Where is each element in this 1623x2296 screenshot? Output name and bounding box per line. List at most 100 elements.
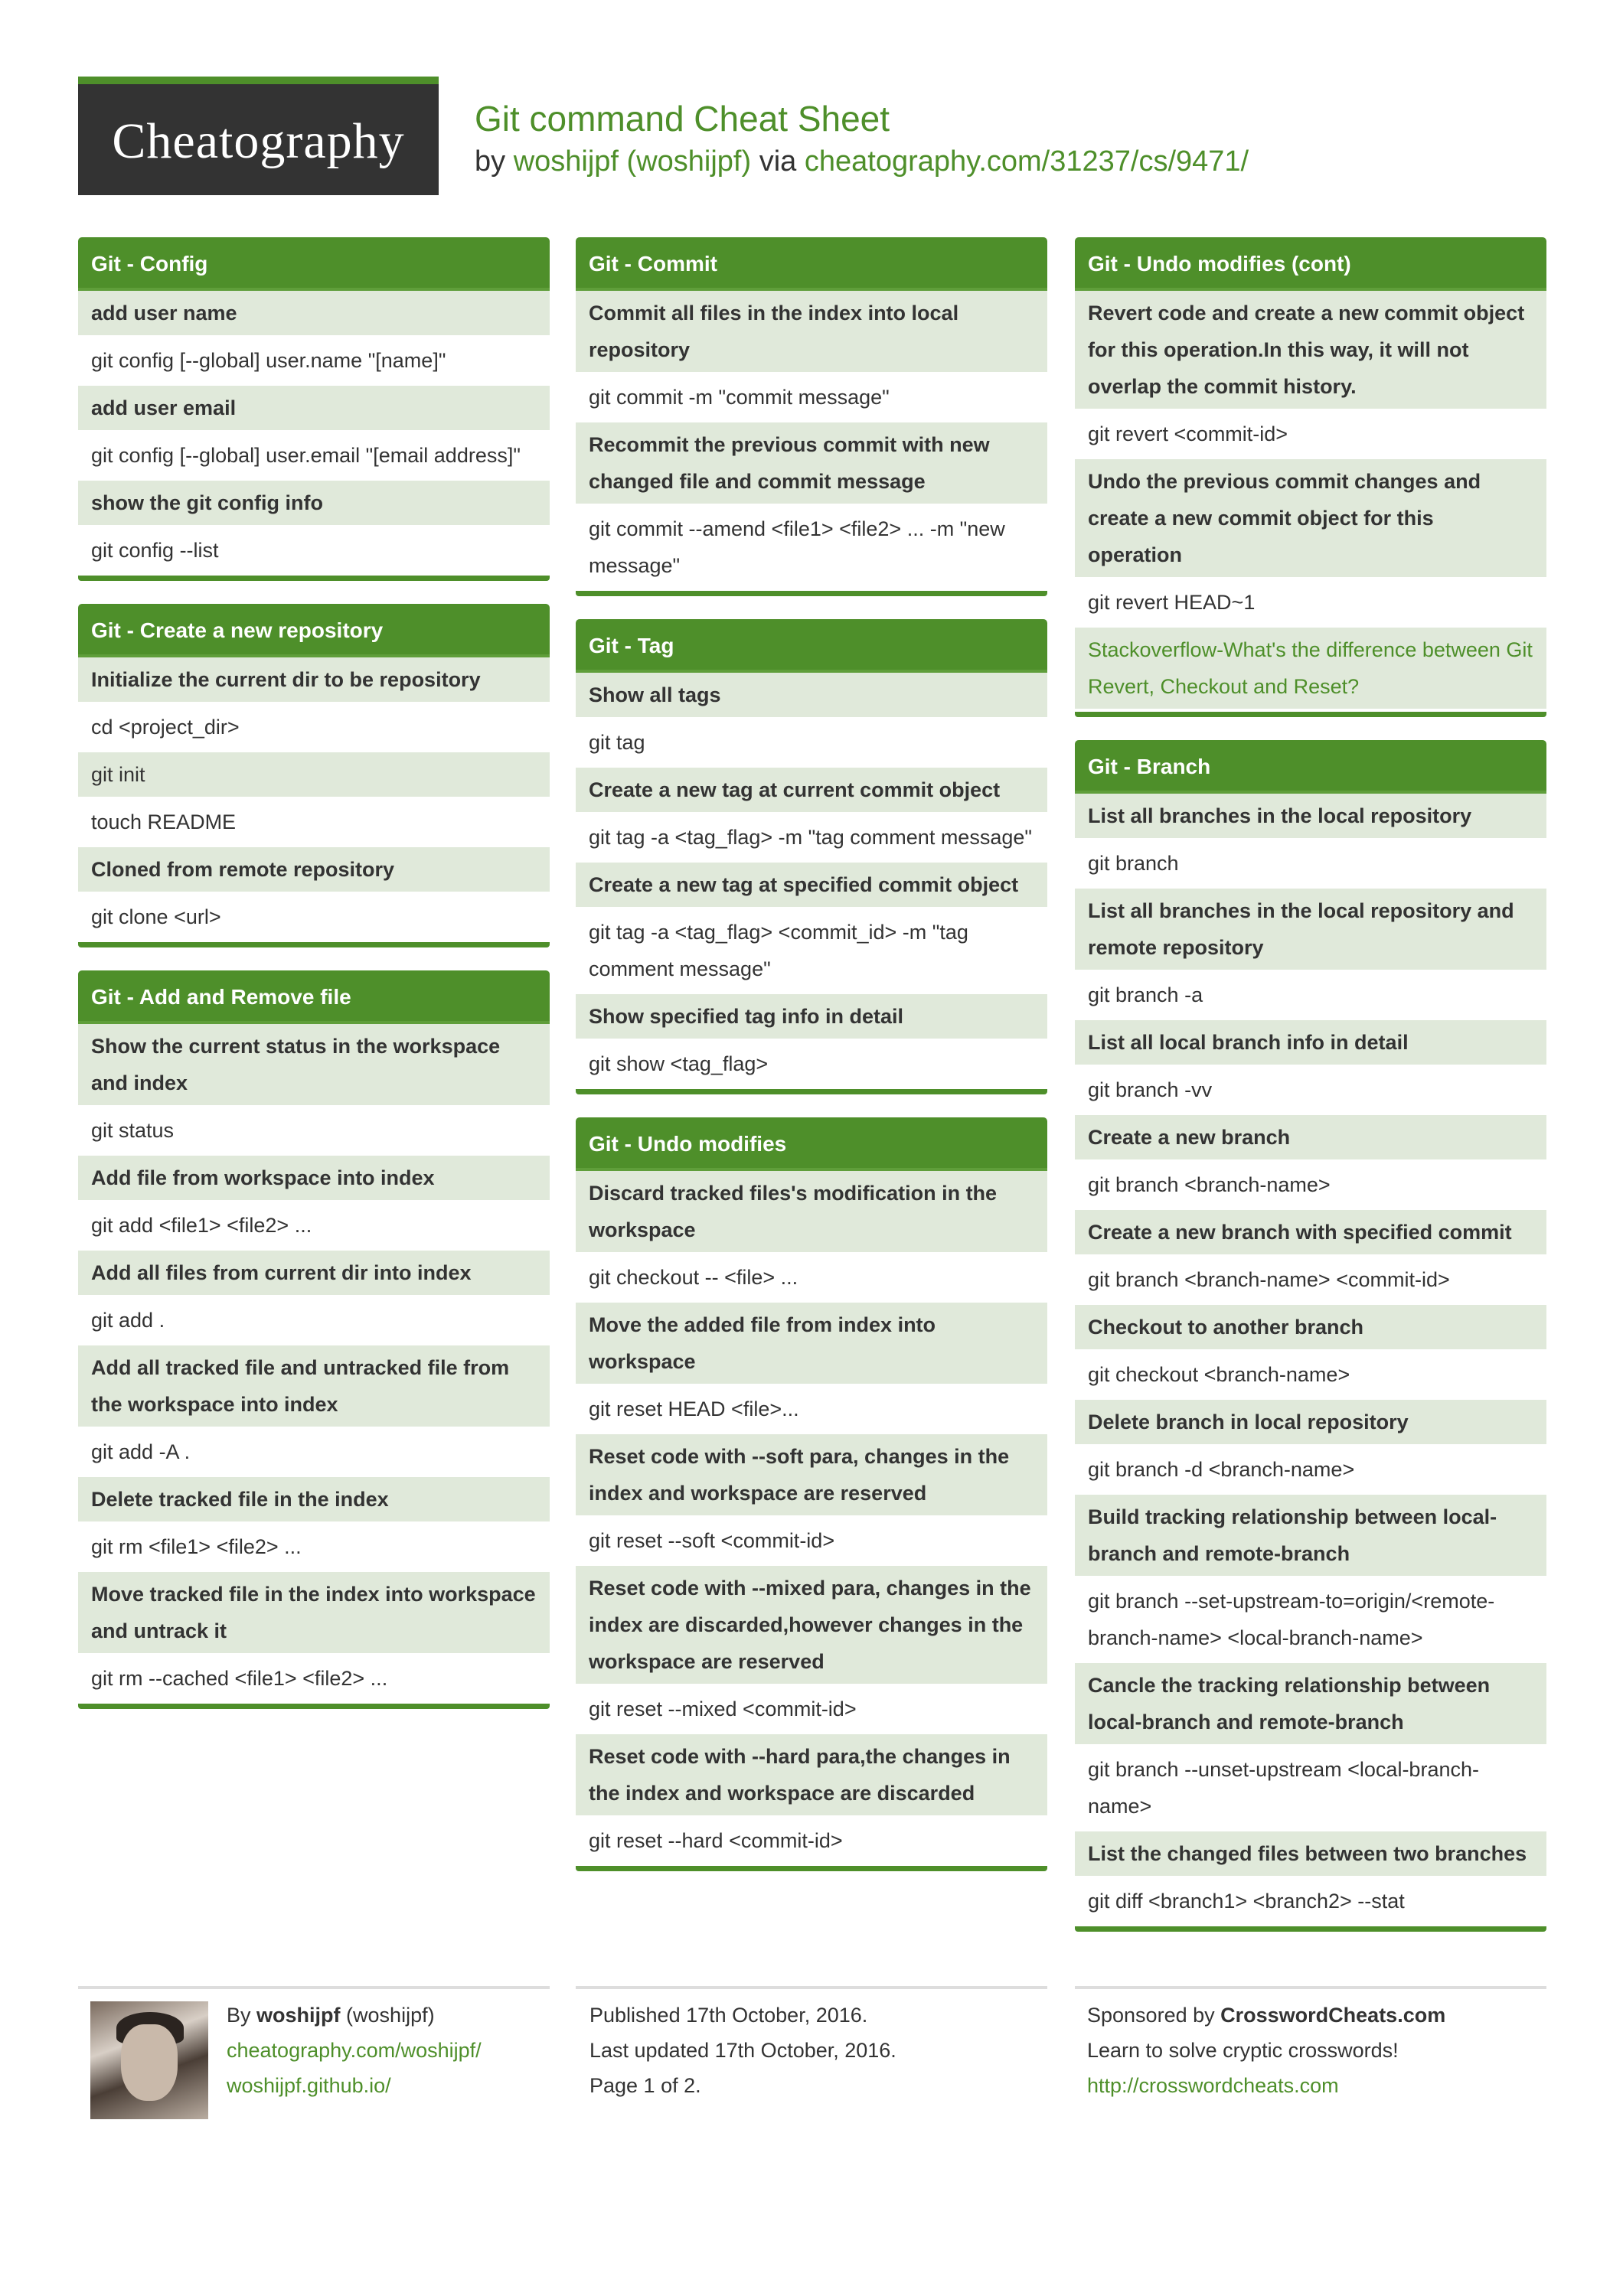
command-row: git rm <file1> <file2> ...	[78, 1525, 550, 1572]
description-row: show the git config info	[78, 481, 550, 528]
description-row: Commit all files in the index into local…	[576, 291, 1047, 375]
footer-dates: Published 17th October, 2016. Last updat…	[589, 1998, 896, 2103]
footer-sponsor: Sponsored by CrosswordCheats.com Learn t…	[1087, 1998, 1445, 2103]
footer-divider	[576, 1986, 1047, 1989]
description-row: Add all files from current dir into inde…	[78, 1251, 550, 1298]
description-row: Build tracking relationship between loca…	[1075, 1495, 1546, 1579]
description-row: Reset code with --hard para,the changes …	[576, 1734, 1047, 1818]
command-row: git reset --hard <commit-id>	[576, 1818, 1047, 1866]
section-title: Git - Tag	[576, 619, 1047, 673]
command-row: git rm --cached <file1> <file2> ...	[78, 1656, 550, 1704]
command-row: git branch <branch-name> <commit-id>	[1075, 1257, 1546, 1305]
command-row: git tag	[576, 720, 1047, 768]
page-number: Page 1 of 2.	[589, 2074, 701, 2097]
command-row: git config --list	[78, 528, 550, 576]
command-row: git show <tag_flag>	[576, 1042, 1047, 1089]
via-label: via	[759, 145, 797, 178]
section-undo: Git - Undo modifies Discard tracked files…	[576, 1117, 1047, 1871]
command-row: git add <file1> <file2> ...	[78, 1203, 550, 1251]
description-row: Move tracked file in the index into work…	[78, 1572, 550, 1656]
sheet-url-link[interactable]: cheatography.com/31237/cs/9471/	[805, 145, 1249, 178]
description-row: List the changed files between two branc…	[1075, 1831, 1546, 1879]
logo-text: Cheatography	[112, 113, 405, 169]
description-row: Create a new branch with specified commi…	[1075, 1210, 1546, 1257]
command-row: git revert HEAD~1	[1075, 580, 1546, 628]
description-row: List all local branch info in detail	[1075, 1020, 1546, 1068]
section-add-remove: Git - Add and Remove file Show the curren…	[78, 970, 550, 1709]
description-row: Revert code and create a new commit obje…	[1075, 291, 1546, 412]
description-row: Show all tags	[576, 673, 1047, 720]
published-date: Published 17th October, 2016.	[589, 2004, 868, 2027]
section-title: Git - Add and Remove file	[78, 970, 550, 1024]
command-row: git branch -d <branch-name>	[1075, 1447, 1546, 1495]
command-row: git branch	[1075, 841, 1546, 889]
page-subtitle: by woshijpf (woshijpf) via cheatography.…	[475, 145, 1249, 178]
command-row: git config [--global] user.name "[name]"	[78, 338, 550, 386]
section-create-repo: Git - Create a new repository Initialize …	[78, 604, 550, 947]
command-row: git tag -a <tag_flag> -m "tag comment me…	[576, 815, 1047, 863]
column-1: Git - Config add user name git config [--g…	[78, 237, 550, 1732]
section-tag: Git - Tag Show all tags git tag Create a ne…	[576, 619, 1047, 1094]
section-branch: Git - Branch List all branches in the loc…	[1075, 740, 1546, 1932]
author-link[interactable]: woshijpf (woshijpf)	[514, 145, 751, 178]
command-row: git branch --set-upstream-to=origin/<rem…	[1075, 1579, 1546, 1663]
description-row: add user email	[78, 386, 550, 433]
reference-link[interactable]: Stackoverflow-What's the difference betw…	[1075, 628, 1546, 712]
section-title: Git - Undo modifies	[576, 1117, 1047, 1171]
command-row: git status	[78, 1108, 550, 1156]
command-row: git add -A .	[78, 1430, 550, 1477]
command-row: git tag -a <tag_flag> <commit_id> -m "ta…	[576, 910, 1047, 994]
section-title: Git - Config	[78, 237, 550, 291]
description-row: Recommit the previous commit with new ch…	[576, 422, 1047, 507]
description-row: List all branches in the local repositor…	[1075, 889, 1546, 973]
author-website-link[interactable]: woshijpf.github.io/	[227, 2068, 482, 2103]
description-row: Show specified tag info in detail	[576, 994, 1047, 1042]
description-row: Reset code with --soft para, changes in …	[576, 1434, 1047, 1518]
command-row: git branch <branch-name>	[1075, 1163, 1546, 1210]
description-row: Add all tracked file and untracked file …	[78, 1345, 550, 1430]
command-row: touch README	[78, 800, 550, 847]
cheatography-logo[interactable]: Cheatography	[78, 77, 439, 195]
command-row: cd <project_dir>	[78, 705, 550, 752]
command-row: git commit -m "commit message"	[576, 375, 1047, 422]
sponsor-link[interactable]: http://crosswordcheats.com	[1087, 2068, 1445, 2103]
sponsor-tagline: Learn to solve cryptic crosswords!	[1087, 2039, 1399, 2062]
description-row: Create a new tag at specified commit obj…	[576, 863, 1047, 910]
author-name: woshijpf	[256, 2004, 341, 2027]
command-row: git checkout -- <file> ...	[576, 1255, 1047, 1303]
command-row: git commit --amend <file1> <file2> ... -…	[576, 507, 1047, 591]
description-row: Initialize the current dir to be reposit…	[78, 657, 550, 705]
sponsor-name: CrosswordCheats.com	[1220, 2004, 1446, 2027]
footer-divider	[1075, 1986, 1546, 1989]
command-row: git revert <commit-id>	[1075, 412, 1546, 459]
description-row: Delete tracked file in the index	[78, 1477, 550, 1525]
command-row: git reset HEAD <file>...	[576, 1387, 1047, 1434]
description-row: Cancle the tracking relationship between…	[1075, 1663, 1546, 1747]
by-label: by	[475, 145, 506, 178]
footer-author: By woshijpf (woshijpf) cheatography.com/…	[227, 1998, 482, 2103]
command-row: git reset --soft <commit-id>	[576, 1518, 1047, 1566]
description-row: List all branches in the local repositor…	[1075, 794, 1546, 841]
description-row: Move the added file from index into work…	[576, 1303, 1047, 1387]
command-row: git clone <url>	[78, 895, 550, 942]
author-avatar[interactable]	[90, 2001, 208, 2119]
command-row: git branch --unset-upstream <local-branc…	[1075, 1747, 1546, 1831]
section-config: Git - Config add user name git config [--g…	[78, 237, 550, 581]
command-row: git reset --mixed <commit-id>	[576, 1687, 1047, 1734]
section-commit: Git - Commit Commit all files in the inde…	[576, 237, 1047, 596]
description-row: Delete branch in local repository	[1075, 1400, 1546, 1447]
command-row: git diff <branch1> <branch2> --stat	[1075, 1879, 1546, 1926]
sponsored-label: Sponsored by	[1087, 2004, 1215, 2027]
command-row: git branch -vv	[1075, 1068, 1546, 1115]
column-2: Git - Commit Commit all files in the inde…	[576, 237, 1047, 1894]
avatar-face	[121, 2024, 178, 2101]
description-row: Add file from workspace into index	[78, 1156, 550, 1203]
section-title: Git - Commit	[576, 237, 1047, 291]
page-title: Git command Cheat Sheet	[475, 99, 890, 139]
section-title: Git - Create a new repository	[78, 604, 550, 657]
by-label: By	[227, 2004, 251, 2027]
author-profile-link[interactable]: cheatography.com/woshijpf/	[227, 2033, 482, 2068]
footer-divider	[78, 1986, 550, 1989]
description-row: Create a new branch	[1075, 1115, 1546, 1163]
command-row: git add .	[78, 1298, 550, 1345]
